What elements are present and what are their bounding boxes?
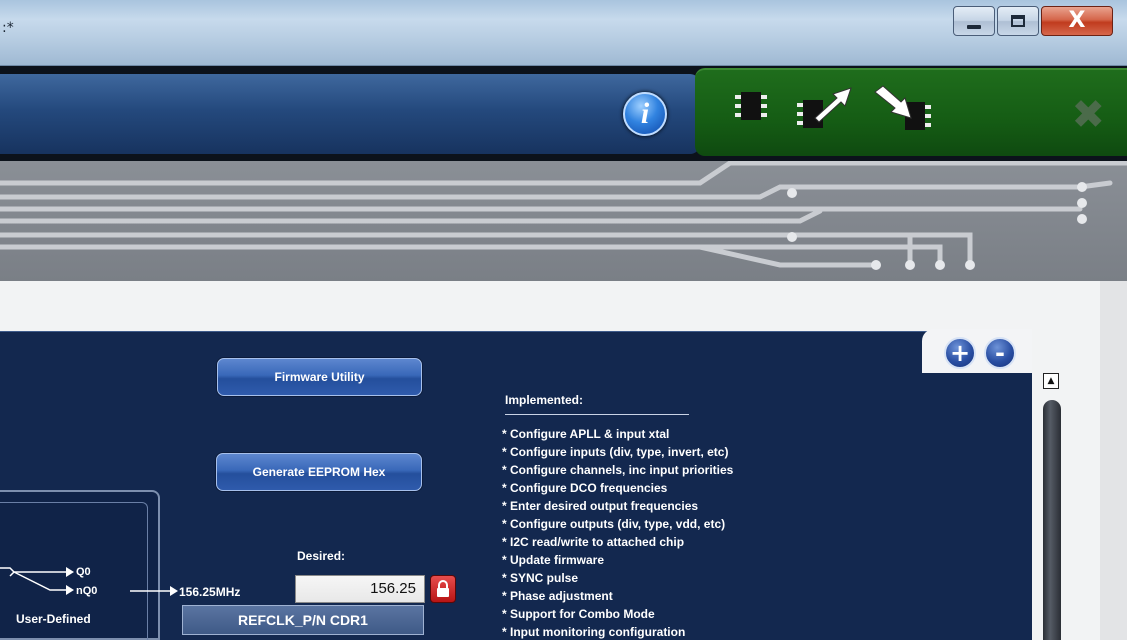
list-item: * Input monitoring configuration [502,625,686,639]
implemented-divider [505,414,689,415]
list-item: * SYNC pulse [502,571,579,585]
window-titlebar: :* X [0,0,1127,66]
chip-icon[interactable] [733,84,769,128]
app-header: i ✖ [0,66,1127,161]
list-item: * Configure channels, inc input prioriti… [502,463,734,477]
implemented-list: * Configure APLL & input xtal * Configur… [502,425,733,640]
list-item: * Support for Combo Mode [502,607,655,621]
zoom-out-button[interactable]: - [984,337,1016,369]
info-icon: i [640,97,650,130]
maximize-icon [1011,15,1025,27]
close-icon: X [1068,8,1086,33]
list-item: * I2C read/write to attached chip [502,535,685,549]
output-signal-lines [0,567,178,596]
list-item: * Configure outputs (div, type, vdd, etc… [502,517,726,531]
q0-label: Q0 [76,566,91,578]
list-item: * Enter desired output frequencies [502,499,699,513]
minimize-button[interactable] [953,6,995,36]
lock-icon [437,580,449,597]
close-window-button[interactable]: X [1041,6,1113,36]
minimize-icon [967,25,981,29]
lock-button[interactable] [430,575,456,603]
circuit-banner [0,161,1127,281]
list-item: * Configure inputs (div, type, invert, e… [502,445,729,459]
window-controls: X [951,6,1113,36]
list-item: * Update firmware [502,553,605,567]
zoom-in-button[interactable]: + [944,337,976,369]
desired-label: Desired: [297,549,346,563]
list-item: * Configure DCO frequencies [502,481,668,495]
device-toolbar: ✖ [695,68,1127,156]
header-bar [0,74,700,154]
info-button[interactable]: i [623,92,667,136]
window-title: :* [2,20,14,36]
chip-import-icon[interactable] [871,84,935,136]
output-name-field[interactable]: REFCLK_P/N CDR1 [182,605,424,635]
list-item: * Phase adjustment [502,589,613,603]
profile-label: User-Defined [16,612,91,626]
firmware-utility-button[interactable]: Firmware Utility [217,358,422,396]
implemented-heading: Implemented: [505,393,584,407]
list-item: * Configure APLL & input xtal [502,427,670,441]
circuit-traces-graphic [0,161,1127,270]
close-device-icon[interactable]: ✖ [1071,92,1105,138]
vertical-scrollbar[interactable] [1043,400,1061,640]
output-frequency-label: 156.25MHz [179,585,241,599]
generate-eeprom-hex-button[interactable]: Generate EEPROM Hex [216,453,422,491]
scroll-up-button[interactable]: ▲ [1043,373,1059,389]
chip-export-icon[interactable] [795,84,859,134]
maximize-button[interactable] [997,6,1039,36]
nq0-label: nQ0 [76,585,98,597]
desired-frequency-input[interactable]: 156.25 [295,575,425,603]
